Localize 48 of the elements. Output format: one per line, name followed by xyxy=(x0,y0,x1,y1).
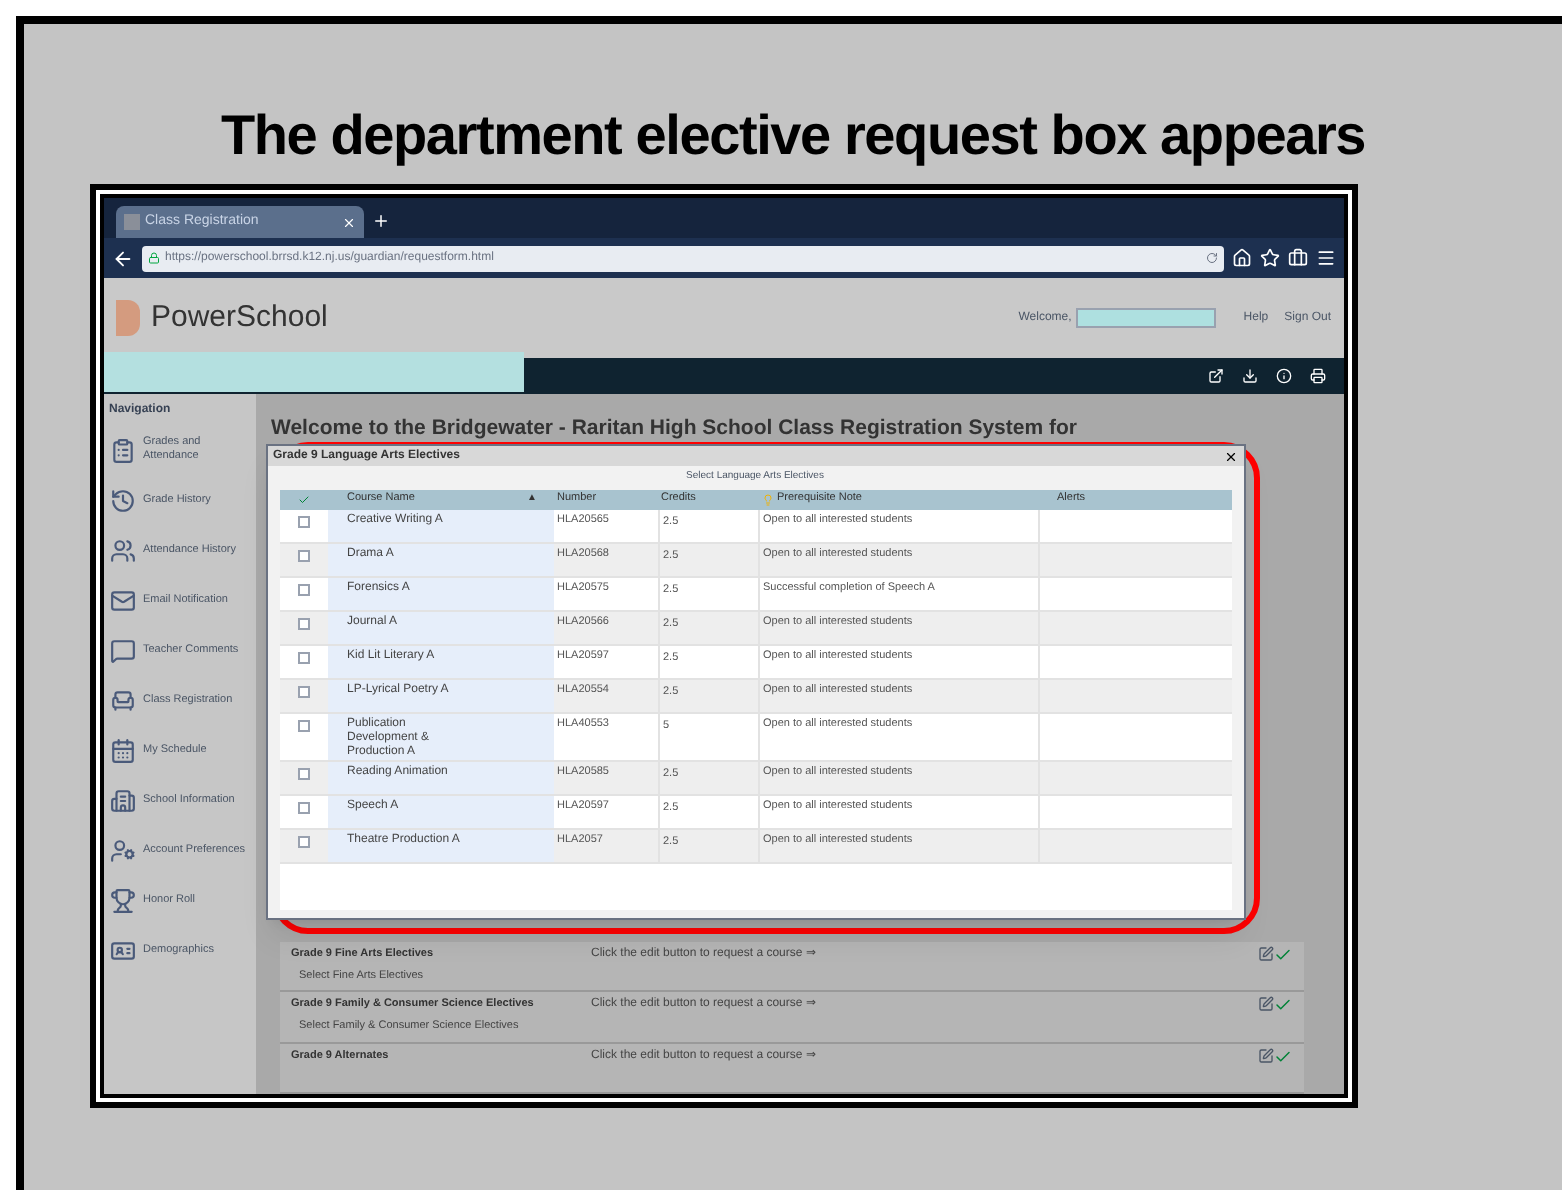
star-icon[interactable] xyxy=(1259,248,1279,268)
row-checkbox[interactable] xyxy=(297,549,309,561)
edit-icon[interactable] xyxy=(1257,1047,1273,1064)
nav-item-icon xyxy=(109,887,135,913)
back-icon[interactable] xyxy=(111,247,133,269)
print-icon[interactable] xyxy=(1309,368,1325,384)
row-checkbox[interactable] xyxy=(297,583,309,595)
logo-text: PowerSchool xyxy=(151,297,328,338)
row-checkbox[interactable] xyxy=(297,651,309,663)
nav-item-icon xyxy=(109,737,135,763)
home-icon[interactable] xyxy=(1231,248,1251,268)
new-tab-icon[interactable] xyxy=(371,212,389,230)
row-checkbox[interactable] xyxy=(297,685,309,697)
info-icon[interactable] xyxy=(1275,368,1291,384)
nav-item-icon xyxy=(109,487,135,513)
name-redaction xyxy=(1075,308,1216,328)
external-link-icon[interactable] xyxy=(1207,368,1223,384)
logo-icon xyxy=(115,300,139,336)
row-checkbox[interactable] xyxy=(297,767,309,779)
lightbulb-icon xyxy=(761,493,773,505)
reload-icon[interactable] xyxy=(1205,252,1217,264)
check-icon xyxy=(1273,996,1291,1015)
slide-title: The department elective request box appears xyxy=(220,104,1366,168)
edit-icon[interactable] xyxy=(1257,996,1273,1013)
nav-item-icon xyxy=(109,637,135,663)
row-checkbox[interactable] xyxy=(297,801,309,813)
lock-icon xyxy=(147,252,159,264)
nav-item-icon xyxy=(109,587,135,613)
briefcase-icon[interactable] xyxy=(1287,248,1307,268)
menu-icon[interactable] xyxy=(1315,248,1335,268)
nav-item-icon xyxy=(109,837,135,863)
nav-item-icon xyxy=(109,437,135,463)
favicon-icon xyxy=(123,214,139,230)
check-icon xyxy=(1273,945,1291,964)
download-icon[interactable] xyxy=(1241,368,1257,384)
nav-item-icon xyxy=(109,787,135,813)
check-icon xyxy=(297,493,309,505)
row-checkbox[interactable] xyxy=(297,515,309,527)
edit-icon[interactable] xyxy=(1257,945,1273,962)
close-icon[interactable] xyxy=(1223,449,1237,463)
row-checkbox[interactable] xyxy=(297,617,309,629)
nav-item-icon xyxy=(109,937,135,963)
row-checkbox[interactable] xyxy=(297,719,309,731)
page-heading: Welcome to the Bridgewater - Raritan High School Class Registration System for xyxy=(271,414,1079,444)
row-checkbox[interactable] xyxy=(297,835,309,847)
check-icon xyxy=(1273,1047,1291,1066)
nav-item-icon xyxy=(109,537,135,563)
nav-item-icon xyxy=(109,687,135,713)
